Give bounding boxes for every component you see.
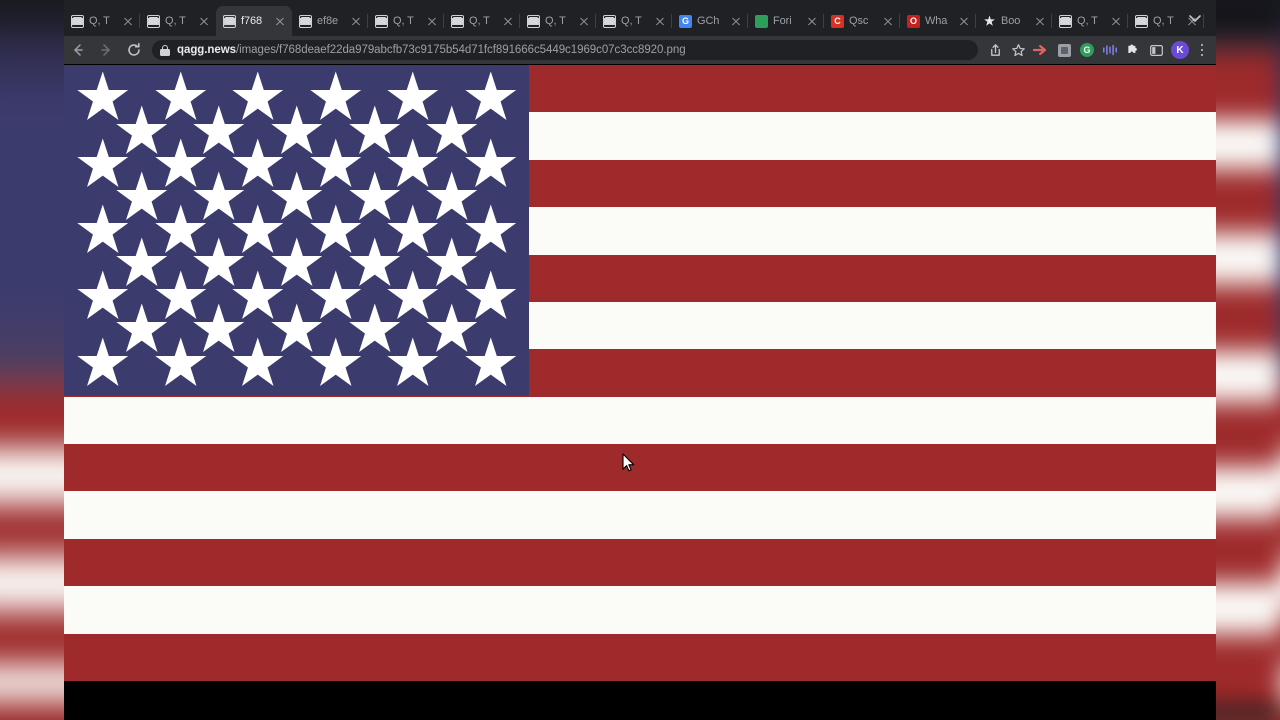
- document-icon: [603, 14, 616, 28]
- browser-window: Q, T Q, T f768 ef8e Q, T Q, T Q, T Q, T G GCh Fori…: [64, 0, 1216, 720]
- browser-tab[interactable]: f768: [216, 6, 292, 36]
- document-icon: [451, 14, 464, 28]
- tab-title: Fori: [773, 15, 792, 27]
- flag-canton: [64, 65, 530, 397]
- tab-title: Q, T: [545, 15, 566, 27]
- tab-close-icon[interactable]: [653, 14, 667, 28]
- browser-tab[interactable]: C Qsc: [824, 6, 900, 36]
- browser-tab[interactable]: Q, T: [596, 6, 672, 36]
- flag-stripe: [64, 538, 1216, 587]
- document-icon: [1135, 14, 1148, 28]
- tab-strip: Q, T Q, T f768 ef8e Q, T Q, T Q, T Q, T G GCh Fori…: [64, 0, 1216, 36]
- document-icon: [223, 14, 236, 28]
- flag-star: [154, 337, 208, 391]
- page-viewport: [64, 64, 1216, 720]
- tab-title: Q, T: [1077, 15, 1098, 27]
- tab-title: Wha: [925, 15, 948, 27]
- star-icon: ★: [984, 14, 995, 28]
- tab-close-icon[interactable]: [425, 14, 439, 28]
- browser-tab[interactable]: Q, T: [444, 6, 520, 36]
- document-icon: [1059, 14, 1072, 28]
- bookmark-star-button[interactable]: [1007, 39, 1029, 61]
- green-circle-icon: [755, 14, 768, 28]
- browser-tab[interactable]: Q, T: [1052, 6, 1128, 36]
- flag-star: [309, 337, 363, 391]
- browser-tab[interactable]: Q, T: [140, 6, 216, 36]
- flag-stripe: [64, 444, 1216, 492]
- browser-tab[interactable]: Q, T: [520, 6, 596, 36]
- tab-title: Q, T: [89, 15, 110, 27]
- tab-close-icon[interactable]: [577, 14, 591, 28]
- document-icon: [299, 14, 312, 28]
- gray-square-extension-icon[interactable]: [1053, 39, 1075, 61]
- side-panel-button[interactable]: [1145, 39, 1167, 61]
- tab-close-icon[interactable]: [881, 14, 895, 28]
- flag-stripe: [64, 491, 1216, 540]
- flag-star: [76, 337, 130, 391]
- tab-close-icon[interactable]: [501, 14, 515, 28]
- document-icon: [527, 14, 540, 28]
- document-icon: [375, 14, 388, 28]
- lock-icon: [160, 44, 170, 56]
- chrome-menu-button[interactable]: [1192, 39, 1212, 61]
- url-text: qagg.news/images/f768deaef22da979abcfb73…: [177, 44, 686, 56]
- document-icon: [71, 14, 84, 28]
- address-bar[interactable]: qagg.news/images/f768deaef22da979abcfb73…: [152, 40, 978, 60]
- tab-title: Boo: [1001, 15, 1021, 27]
- tab-title: Q, T: [621, 15, 642, 27]
- google-g-icon: G: [679, 14, 692, 28]
- tab-title: ef8e: [317, 15, 339, 27]
- tab-title: Q, T: [1153, 15, 1174, 27]
- tab-title: Q, T: [165, 15, 186, 27]
- tab-close-icon[interactable]: [729, 14, 743, 28]
- tab-search-button[interactable]: [1186, 9, 1204, 27]
- flag-star: [386, 337, 440, 391]
- tab-close-icon[interactable]: [1033, 14, 1047, 28]
- tab-close-icon[interactable]: [121, 14, 135, 28]
- browser-tab[interactable]: G GCh: [672, 6, 748, 36]
- tab-close-icon[interactable]: [197, 14, 211, 28]
- browser-tab[interactable]: Q, T: [64, 6, 140, 36]
- share-button[interactable]: [984, 39, 1006, 61]
- screen: Q, T Q, T f768 ef8e Q, T Q, T Q, T Q, T G GCh Fori…: [0, 0, 1280, 720]
- red-arrow-extension-icon[interactable]: [1030, 39, 1052, 61]
- url-domain: qagg.news: [177, 44, 236, 56]
- flag-stripe: [64, 396, 1216, 445]
- url-path: /images/f768deaef22da979abcfb73c9175b54d…: [235, 44, 686, 56]
- browser-toolbar: qagg.news/images/f768deaef22da979abcfb73…: [64, 36, 1216, 64]
- tab-close-icon[interactable]: [805, 14, 819, 28]
- forward-button[interactable]: [92, 36, 120, 64]
- tab-title: Q, T: [393, 15, 414, 27]
- browser-tab[interactable]: ★ Boo: [976, 6, 1052, 36]
- tab-title: f768: [241, 15, 263, 27]
- flag-stripe: [64, 586, 1216, 635]
- new-tab-button[interactable]: [1208, 7, 1216, 35]
- flag-star: [231, 337, 285, 391]
- flag-star: [464, 337, 518, 391]
- reload-button[interactable]: [120, 36, 148, 64]
- browser-tab[interactable]: Fori: [748, 6, 824, 36]
- blue-waveform-extension-icon[interactable]: [1099, 39, 1121, 61]
- tab-close-icon[interactable]: [273, 14, 287, 28]
- us-flag-image: [64, 65, 1216, 682]
- browser-tab[interactable]: ef8e: [292, 6, 368, 36]
- tab-close-icon[interactable]: [957, 14, 971, 28]
- browser-tab[interactable]: O Wha: [900, 6, 976, 36]
- green-circle-extension-icon[interactable]: G: [1076, 39, 1098, 61]
- tab-title: Qsc: [849, 15, 869, 27]
- profile-avatar[interactable]: K: [1171, 41, 1189, 59]
- flag-stripe: [64, 633, 1216, 682]
- tab-close-icon[interactable]: [349, 14, 363, 28]
- browser-tab[interactable]: Q, T: [368, 6, 444, 36]
- tab-title: GCh: [697, 15, 720, 27]
- document-icon: [147, 14, 160, 28]
- back-button[interactable]: [64, 36, 92, 64]
- tab-close-icon[interactable]: [1109, 14, 1123, 28]
- red-o-icon: O: [907, 14, 920, 28]
- tab-title: Q, T: [469, 15, 490, 27]
- red-c-icon: C: [831, 14, 844, 28]
- extensions-puzzle-icon[interactable]: [1122, 39, 1144, 61]
